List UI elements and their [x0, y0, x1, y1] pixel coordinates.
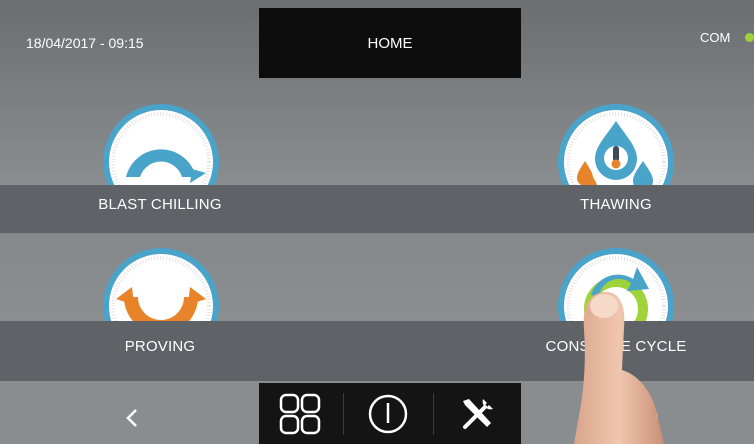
com-status-indicator [745, 33, 754, 42]
chevron-left-icon [126, 409, 137, 427]
proving-arrow-icon [103, 248, 219, 321]
tile-label-proving: PROVING [124, 338, 196, 355]
tools-icon [462, 398, 493, 429]
datetime: 18/04/2017 - 09:15 [26, 35, 144, 51]
page-title: HOME [367, 34, 413, 52]
settings-tools-button[interactable] [434, 383, 521, 444]
refresh-button[interactable] [626, 398, 666, 438]
blast-chilling-arrow-icon [103, 104, 219, 185]
com-status: COM [700, 30, 731, 45]
tile-label-thawing: THAWING [580, 196, 652, 213]
thawing-drops-icon [558, 104, 674, 185]
back-button[interactable] [112, 398, 152, 438]
tile-label-blast-chilling: BLAST CHILLING [98, 196, 222, 213]
blast-chilling-button[interactable] [102, 103, 220, 185]
tile-label-conserve-cycle: CONSERVE CYCLE [545, 338, 687, 355]
conserve-cycle-button[interactable] [557, 247, 675, 321]
thawing-button[interactable] [557, 103, 675, 185]
home-tab[interactable]: HOME [259, 8, 521, 78]
menu-grid-button[interactable] [259, 383, 341, 444]
power-icon [368, 394, 408, 433]
cycle-icon [558, 248, 674, 321]
proving-button[interactable] [102, 247, 220, 321]
grid-icon [279, 393, 321, 434]
refresh-icon [634, 402, 658, 430]
power-button[interactable] [343, 383, 433, 444]
